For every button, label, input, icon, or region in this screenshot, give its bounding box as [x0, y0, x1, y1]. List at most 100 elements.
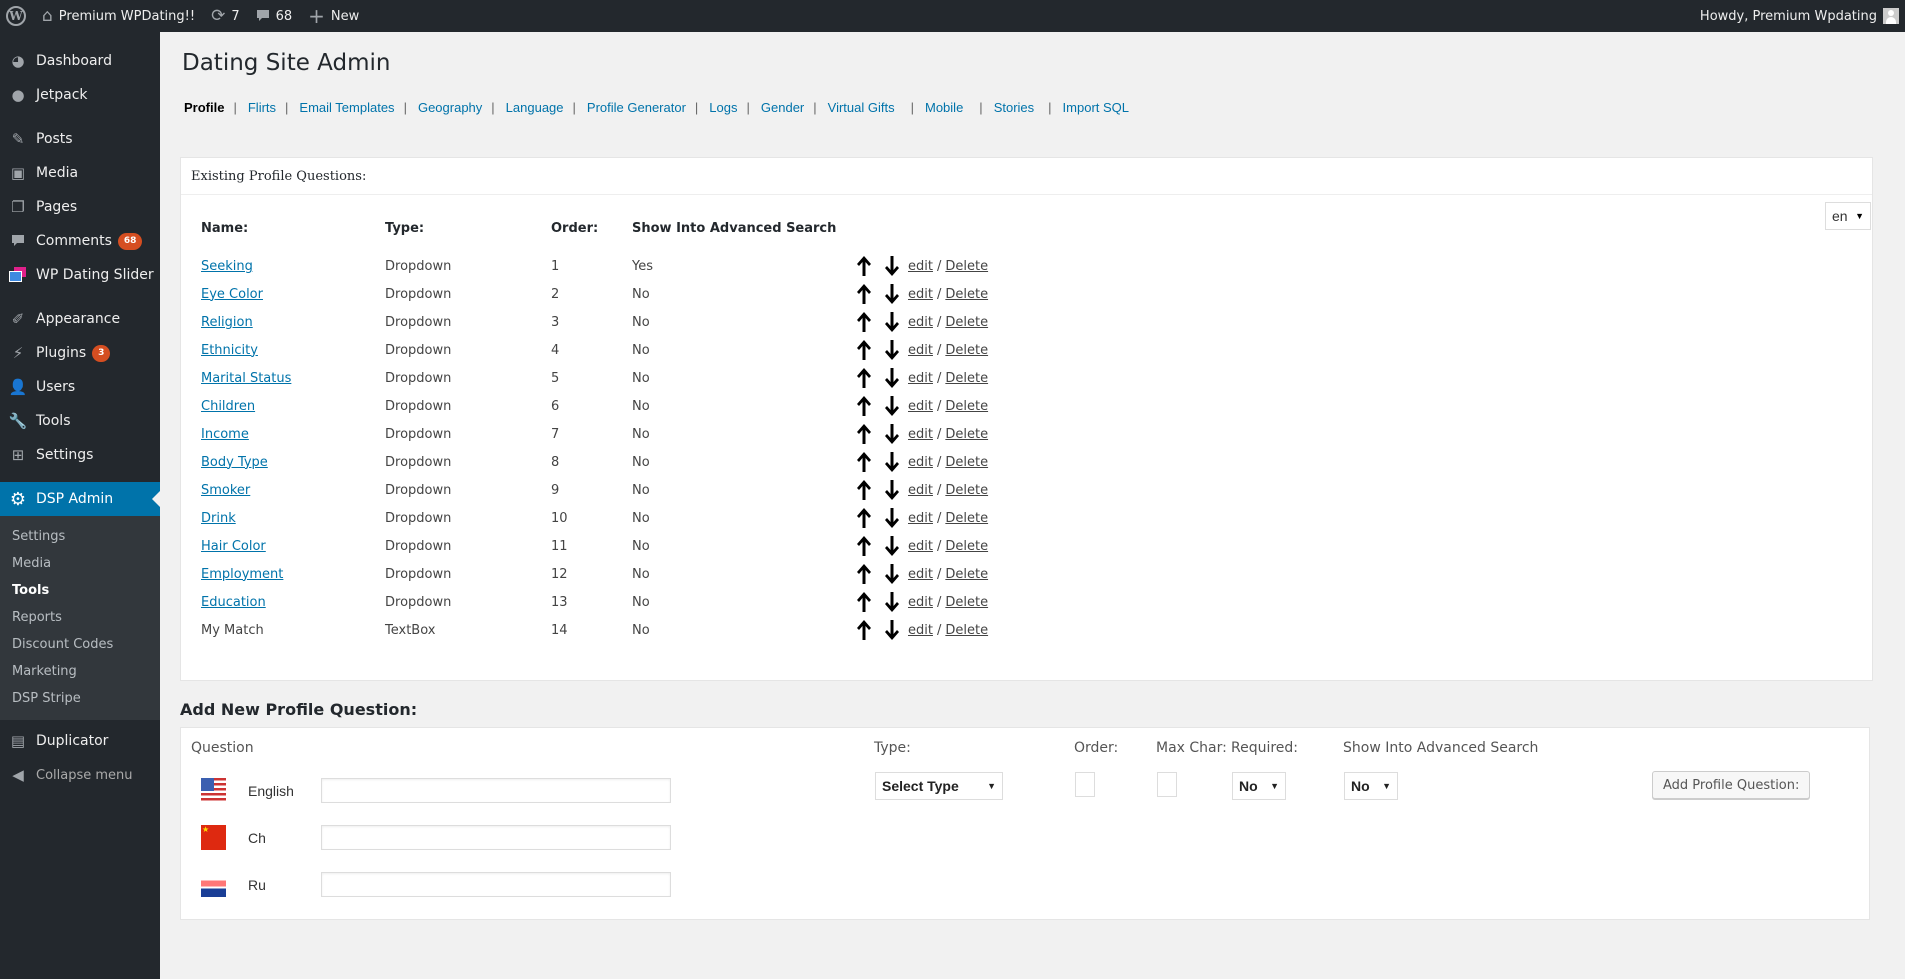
move-down-arrow-icon[interactable]	[878, 254, 906, 278]
move-down-arrow-icon[interactable]	[878, 590, 906, 614]
submenu-item-discount-codes[interactable]: Discount Codes	[0, 631, 160, 658]
question-name-link[interactable]: Body Type	[201, 455, 268, 470]
move-down-arrow-icon[interactable]	[878, 534, 906, 558]
tab-import-sql[interactable]: Import SQL	[1063, 100, 1129, 115]
comments-link[interactable]: 68	[248, 0, 301, 32]
updates-link[interactable]: ⟳ 7	[203, 0, 248, 32]
sidebar-item-comments[interactable]: Comments 68	[0, 224, 160, 258]
advanced-search-select[interactable]: No ▼	[1344, 772, 1398, 800]
tab-virtual-gifts[interactable]: Virtual Gifts	[828, 100, 895, 115]
question-name-link[interactable]: Children	[201, 399, 255, 414]
delete-link[interactable]: Delete	[945, 371, 988, 386]
edit-link[interactable]: edit	[908, 595, 933, 610]
move-down-arrow-icon[interactable]	[878, 478, 906, 502]
new-content-link[interactable]: + New	[300, 0, 367, 32]
move-up-arrow-icon[interactable]	[850, 338, 878, 362]
question-name-link[interactable]: Smoker	[201, 483, 250, 498]
sidebar-item-settings[interactable]: ⊞ Settings	[0, 438, 160, 472]
submenu-item-media[interactable]: Media	[0, 550, 160, 577]
move-down-arrow-icon[interactable]	[878, 338, 906, 362]
sidebar-item-plugins[interactable]: ⚡ Plugins 3	[0, 336, 160, 370]
collapse-menu-button[interactable]: ◀ Collapse menu	[0, 758, 160, 792]
edit-link[interactable]: edit	[908, 315, 933, 330]
delete-link[interactable]: Delete	[945, 455, 988, 470]
edit-link[interactable]: edit	[908, 623, 933, 638]
move-down-arrow-icon[interactable]	[878, 394, 906, 418]
tab-stories[interactable]: Stories	[994, 100, 1034, 115]
question-name-link[interactable]: Eye Color	[201, 287, 263, 302]
sidebar-item-tools[interactable]: 🔧 Tools	[0, 404, 160, 438]
move-up-arrow-icon[interactable]	[850, 254, 878, 278]
move-up-arrow-icon[interactable]	[850, 422, 878, 446]
move-up-arrow-icon[interactable]	[850, 394, 878, 418]
edit-link[interactable]: edit	[908, 539, 933, 554]
edit-link[interactable]: edit	[908, 287, 933, 302]
edit-link[interactable]: edit	[908, 427, 933, 442]
question-name-link[interactable]: Ethnicity	[201, 343, 258, 358]
delete-link[interactable]: Delete	[945, 287, 988, 302]
move-down-arrow-icon[interactable]	[878, 506, 906, 530]
tab-flirts[interactable]: Flirts	[248, 100, 276, 115]
move-up-arrow-icon[interactable]	[850, 310, 878, 334]
delete-link[interactable]: Delete	[945, 315, 988, 330]
edit-link[interactable]: edit	[908, 343, 933, 358]
move-up-arrow-icon[interactable]	[850, 478, 878, 502]
edit-link[interactable]: edit	[908, 259, 933, 274]
tab-email-templates[interactable]: Email Templates	[299, 100, 394, 115]
sidebar-item-media[interactable]: ▣ Media	[0, 156, 160, 190]
move-up-arrow-icon[interactable]	[850, 282, 878, 306]
question-name-link[interactable]: Seeking	[201, 259, 253, 274]
tab-geography[interactable]: Geography	[418, 100, 482, 115]
submenu-item-marketing[interactable]: Marketing	[0, 658, 160, 685]
my-account-link[interactable]: Howdy, Premium Wpdating	[1692, 0, 1905, 32]
sidebar-item-wp-dating-slider[interactable]: WP Dating Slider	[0, 258, 160, 292]
question-name-link[interactable]: Marital Status	[201, 371, 291, 386]
question-chinese-input[interactable]	[321, 825, 671, 850]
edit-link[interactable]: edit	[908, 399, 933, 414]
tab-mobile[interactable]: Mobile	[925, 100, 963, 115]
move-up-arrow-icon[interactable]	[850, 450, 878, 474]
tab-gender[interactable]: Gender	[761, 100, 804, 115]
question-name-link[interactable]: Hair Color	[201, 539, 266, 554]
sidebar-item-appearance[interactable]: ✐ Appearance	[0, 302, 160, 336]
site-name-link[interactable]: ⌂ Premium WPDating!!	[34, 0, 203, 32]
sidebar-item-dashboard[interactable]: ◕ Dashboard	[0, 44, 160, 78]
tab-profile[interactable]: Profile	[184, 100, 224, 115]
move-up-arrow-icon[interactable]	[850, 590, 878, 614]
delete-link[interactable]: Delete	[945, 595, 988, 610]
question-name-link[interactable]: Drink	[201, 511, 236, 526]
delete-link[interactable]: Delete	[945, 623, 988, 638]
delete-link[interactable]: Delete	[945, 343, 988, 358]
move-up-arrow-icon[interactable]	[850, 562, 878, 586]
delete-link[interactable]: Delete	[945, 483, 988, 498]
submenu-item-reports[interactable]: Reports	[0, 604, 160, 631]
question-name-link[interactable]: Employment	[201, 567, 283, 582]
move-down-arrow-icon[interactable]	[878, 310, 906, 334]
delete-link[interactable]: Delete	[945, 511, 988, 526]
edit-link[interactable]: edit	[908, 455, 933, 470]
move-up-arrow-icon[interactable]	[850, 366, 878, 390]
submenu-item-dsp-stripe[interactable]: DSP Stripe	[0, 685, 160, 712]
edit-link[interactable]: edit	[908, 371, 933, 386]
sidebar-item-jetpack[interactable]: ● Jetpack	[0, 78, 160, 112]
delete-link[interactable]: Delete	[945, 259, 988, 274]
question-english-input[interactable]	[321, 778, 671, 803]
sidebar-item-duplicator[interactable]: ▤ Duplicator	[0, 724, 160, 758]
tab-language[interactable]: Language	[506, 100, 564, 115]
move-down-arrow-icon[interactable]	[878, 562, 906, 586]
edit-link[interactable]: edit	[908, 511, 933, 526]
delete-link[interactable]: Delete	[945, 399, 988, 414]
move-down-arrow-icon[interactable]	[878, 282, 906, 306]
sidebar-item-pages[interactable]: ❐ Pages	[0, 190, 160, 224]
move-up-arrow-icon[interactable]	[850, 506, 878, 530]
wordpress-logo-button[interactable]: W	[0, 0, 34, 32]
edit-link[interactable]: edit	[908, 567, 933, 582]
max-char-input[interactable]	[1157, 772, 1177, 797]
move-down-arrow-icon[interactable]	[878, 366, 906, 390]
sidebar-item-dsp-admin[interactable]: ⚙ DSP Admin	[0, 482, 160, 516]
move-up-arrow-icon[interactable]	[850, 534, 878, 558]
delete-link[interactable]: Delete	[945, 427, 988, 442]
type-select[interactable]: Select Type ▼	[875, 772, 1003, 800]
sidebar-item-users[interactable]: 👤 Users	[0, 370, 160, 404]
move-down-arrow-icon[interactable]	[878, 422, 906, 446]
